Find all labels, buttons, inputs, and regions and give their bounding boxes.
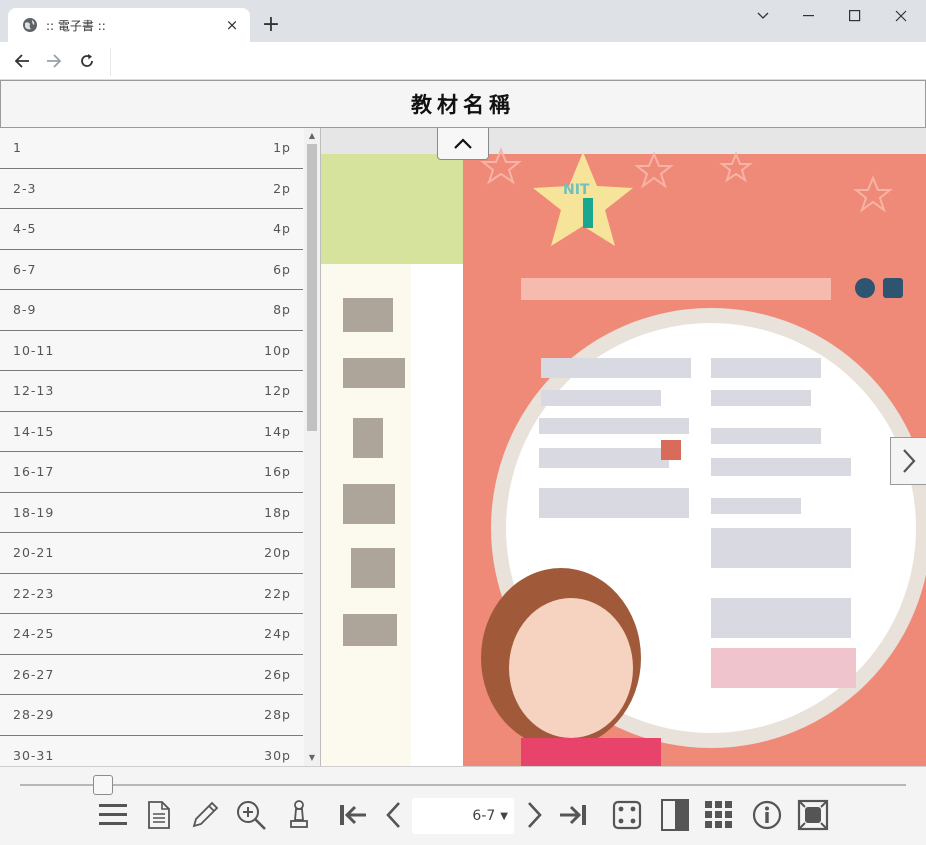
book-title: 教材名稱 — [411, 93, 515, 117]
page-range-label: 16-17 — [13, 464, 55, 480]
unit-badge-text: NIT — [563, 182, 590, 198]
address-bar[interactable] — [110, 48, 918, 76]
page-range-label: 10-11 — [13, 342, 55, 358]
minimize-icon[interactable] — [786, 4, 832, 28]
forward-arrow-icon[interactable] — [42, 49, 66, 73]
close-tab-icon[interactable]: × — [224, 17, 240, 33]
page-number-label: 12p — [264, 383, 291, 399]
page-list-item[interactable]: 4-5 4p — [0, 209, 303, 250]
chevron-down-icon[interactable] — [740, 4, 786, 28]
book-title-bar: 教材名稱 — [0, 80, 926, 128]
reader-toolbar: 6-7 ▼ — [0, 766, 926, 845]
dice-icon[interactable] — [610, 798, 644, 832]
browser-tab[interactable]: :: 電子書 :: × — [8, 8, 250, 42]
page-number-label: 6p — [273, 261, 291, 277]
page-number-label: 28p — [264, 707, 291, 723]
document-icon[interactable] — [142, 798, 176, 832]
menu-icon[interactable] — [96, 798, 130, 832]
next-page-button[interactable] — [890, 437, 926, 485]
page-range-label: 6-7 — [13, 261, 37, 277]
first-page-icon[interactable] — [336, 798, 370, 832]
page-list-item[interactable]: 24-25 24p — [0, 614, 303, 655]
page-list-item[interactable]: 28-29 28p — [0, 695, 303, 736]
next-page-icon[interactable] — [518, 798, 552, 832]
page-range-label: 28-29 — [13, 707, 55, 723]
page-range-label: 2-3 — [13, 180, 37, 196]
page-number-label: 4p — [273, 221, 291, 237]
page-range-label: 18-19 — [13, 504, 55, 520]
page-list-item[interactable]: 26-27 26p — [0, 655, 303, 695]
zoom-in-icon[interactable] — [234, 798, 268, 832]
prev-page-icon[interactable] — [376, 798, 410, 832]
page-range-label: 24-25 — [13, 626, 55, 642]
tab-title: :: 電子書 :: — [46, 18, 106, 33]
book-viewer: NIT — [321, 128, 926, 766]
page-number-label: 24p — [264, 626, 291, 642]
page-range-label: 4-5 — [13, 221, 37, 237]
page-number-label: 30p — [264, 747, 291, 763]
globe-icon — [23, 18, 37, 32]
page-number-label: 8p — [273, 302, 291, 318]
grid-icon[interactable] — [702, 798, 736, 832]
chevron-down-icon: ▼ — [500, 810, 508, 822]
new-tab-button[interactable]: + — [260, 14, 282, 36]
current-page-value: 6-7 — [472, 808, 496, 824]
page-list-item[interactable]: 16-17 16p — [0, 452, 303, 493]
page-number-label: 20p — [264, 545, 291, 561]
info-icon[interactable] — [750, 798, 784, 832]
page-number-label: 2p — [273, 180, 291, 196]
page-list-item[interactable]: 2-3 2p — [0, 169, 303, 209]
page-number-label: 18p — [264, 504, 291, 520]
pencil-icon[interactable] — [188, 798, 222, 832]
page-range-label: 1 — [13, 140, 22, 156]
page-list-item[interactable]: 30-31 30p — [0, 736, 303, 767]
reload-icon[interactable] — [75, 49, 99, 73]
single-page-icon[interactable] — [658, 798, 692, 832]
scroll-up-arrow-icon[interactable]: ▲ — [307, 131, 317, 141]
browser-tab-strip: :: 電子書 :: × + — [0, 0, 926, 42]
page-range-label: 8-9 — [13, 302, 37, 318]
page-slider-thumb[interactable] — [92, 775, 113, 795]
page-range-label: 30-31 — [13, 747, 55, 763]
page-number-label: 1p — [273, 140, 291, 156]
page-range-label: 20-21 — [13, 545, 55, 561]
page-list-item[interactable]: 8-9 8p — [0, 290, 303, 331]
scrollbar-thumb[interactable] — [307, 144, 317, 431]
page-list-item[interactable]: 6-7 6p — [0, 250, 303, 290]
page-range-label: 22-23 — [13, 585, 55, 601]
page-range-label: 26-27 — [13, 666, 55, 682]
chevron-right-icon — [902, 449, 915, 473]
last-page-icon[interactable] — [556, 798, 590, 832]
page-range-label: 14-15 — [13, 423, 55, 439]
page-list-item[interactable]: 1 1p — [0, 128, 303, 169]
page-range-label: 12-13 — [13, 383, 55, 399]
scroll-down-arrow-icon[interactable]: ▼ — [307, 753, 317, 763]
page-slider-track[interactable] — [20, 784, 906, 786]
page-list-item[interactable]: 12-13 12p — [0, 371, 303, 412]
book-page-image: NIT — [321, 147, 926, 766]
page-list-item[interactable]: 14-15 14p — [0, 412, 303, 452]
maximize-icon[interactable] — [832, 4, 878, 28]
page-list-item[interactable]: 10-11 10p — [0, 331, 303, 371]
page-number-label: 10p — [264, 342, 291, 358]
page-number-label: 14p — [264, 423, 291, 439]
chevron-up-icon — [454, 137, 472, 149]
back-arrow-icon[interactable] — [10, 49, 34, 73]
collapse-header-button[interactable] — [437, 128, 489, 160]
fullscreen-icon[interactable] — [796, 798, 830, 832]
close-window-icon[interactable] — [878, 4, 924, 28]
page-list-item[interactable]: 18-19 18p — [0, 493, 303, 533]
browser-toolbar — [0, 42, 926, 80]
sidebar-scrollbar[interactable]: ▲ ▼ — [304, 128, 320, 766]
page-list-item[interactable]: 22-23 22p — [0, 574, 303, 614]
page-list-item[interactable]: 20-21 20p — [0, 533, 303, 574]
page-select[interactable]: 6-7 ▼ — [412, 798, 514, 834]
page-number-label: 26p — [264, 666, 291, 682]
page-number-label: 16p — [264, 464, 291, 480]
bookmark-stamp-icon[interactable] — [282, 798, 316, 832]
page-number-label: 22p — [264, 585, 291, 601]
page-list-sidebar: 1 1p 2-3 2p 4-5 4p 6-7 6p 8-9 8p 10-11 10p 12-13 12p 1… — [0, 128, 321, 766]
